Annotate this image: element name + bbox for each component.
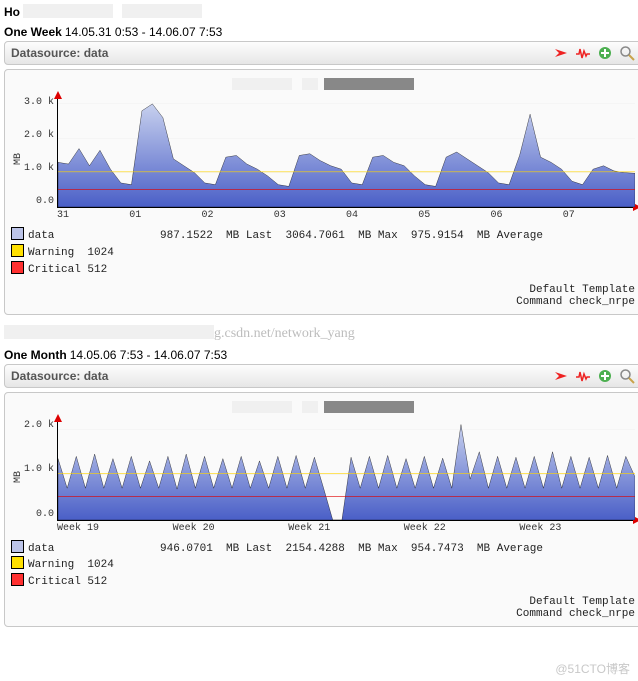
y-axis-label: MB: [11, 420, 24, 534]
redacted-block: [122, 4, 202, 18]
chart-title-redacted: [11, 78, 635, 93]
legend-month: data 946.0701 MB Last 2154.4288 MB Max 9…: [11, 540, 635, 591]
alarm-icon[interactable]: [553, 368, 569, 384]
chart-panel-week: RRDTOOL / TOBI OETIKER MB 3.0 k 2.0 k 1.…: [4, 69, 638, 315]
corner-watermark: @51CTO博客: [555, 660, 630, 677]
section-title: One Month: [4, 348, 67, 362]
chart-title-redacted: [11, 401, 635, 416]
datasource-label: Datasource: data: [11, 46, 108, 60]
panel-footer: Default Template Command check_nrpe: [11, 284, 635, 308]
y-ticks: 2.0 k 1.0 k 0.0: [24, 420, 57, 520]
datasource-bar-week: Datasource: data: [4, 41, 638, 65]
add-icon[interactable]: [597, 368, 613, 384]
zoom-icon[interactable]: [619, 45, 635, 61]
section-heading-week: One Week 14.05.31 0:53 - 14.06.07 7:53: [4, 25, 638, 39]
pulse-icon[interactable]: [575, 45, 591, 61]
section-heading-month: One Month 14.05.06 7:53 - 14.06.07 7:53: [4, 348, 638, 362]
x-ticks: 31 01 02 03 04 05 06 07: [57, 210, 635, 221]
y-axis-label: MB: [11, 97, 24, 221]
section-title: One Week: [4, 25, 62, 39]
plot-area-month[interactable]: [57, 420, 635, 521]
datasource-bar-month: Datasource: data: [4, 364, 638, 388]
plot-area-week[interactable]: [57, 97, 635, 208]
page-header: Ho: [4, 4, 638, 19]
legend-week: data 987.1522 MB Last 3064.7061 MB Max 9…: [11, 227, 635, 278]
pulse-icon[interactable]: [575, 368, 591, 384]
section-range: 14.05.06 7:53 - 14.06.07 7:53: [70, 348, 227, 362]
header-prefix: Ho: [4, 5, 20, 19]
y-ticks: 3.0 k 2.0 k 1.0 k 0.0: [24, 97, 57, 207]
swatch-critical: [11, 573, 24, 586]
swatch-data: [11, 227, 24, 240]
redacted-block: [23, 4, 113, 18]
watermark-line: g.csdn.net/network_yang: [4, 325, 638, 342]
section-range: 14.05.31 0:53 - 14.06.07 7:53: [65, 25, 222, 39]
x-ticks: Week 19 Week 20 Week 21 Week 22 Week 23: [57, 523, 635, 534]
swatch-warning: [11, 556, 24, 569]
swatch-data: [11, 540, 24, 553]
datasource-label: Datasource: data: [11, 369, 108, 383]
swatch-critical: [11, 261, 24, 274]
add-icon[interactable]: [597, 45, 613, 61]
panel-footer: Default Template Command check_nrpe: [11, 596, 635, 620]
alarm-icon[interactable]: [553, 45, 569, 61]
swatch-warning: [11, 244, 24, 257]
chart-panel-month: RRDTOOL / TOBI OETIKER MB 2.0 k 1.0 k 0.…: [4, 392, 638, 628]
zoom-icon[interactable]: [619, 368, 635, 384]
